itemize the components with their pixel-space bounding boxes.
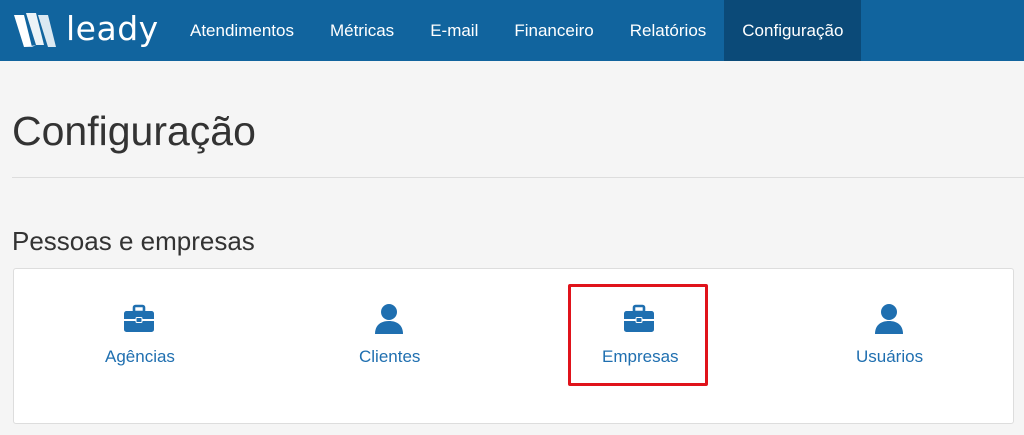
tile-usuarios[interactable]: Usuários	[764, 269, 1014, 423]
top-navbar: leady Atendimentos Métricas E-mail Finan…	[0, 0, 1024, 61]
main-nav: Atendimentos Métricas E-mail Financeiro …	[172, 0, 862, 61]
briefcase-icon	[122, 303, 156, 335]
nav-item-financeiro[interactable]: Financeiro	[496, 0, 611, 61]
tile-label: Agências	[105, 347, 175, 366]
tile-label: Clientes	[359, 347, 421, 366]
nav-item-email[interactable]: E-mail	[412, 0, 496, 61]
tile-label: Usuários	[856, 347, 924, 366]
nav-item-relatorios[interactable]: Relatórios	[612, 0, 725, 61]
user-icon	[372, 303, 406, 335]
tile-agencias[interactable]: Agências	[14, 269, 264, 423]
tile-clientes[interactable]: Clientes	[264, 269, 514, 423]
page-title: Configuração	[12, 108, 256, 154]
user-icon	[872, 303, 906, 335]
nav-item-atendimentos[interactable]: Atendimentos	[172, 0, 312, 61]
highlight-box	[568, 284, 708, 386]
people-companies-panel: Agências Clientes Empresas Usuários	[13, 268, 1014, 424]
leady-logo-icon	[14, 12, 56, 47]
brand-name: leady	[66, 9, 159, 48]
brand-logo[interactable]: leady	[0, 0, 172, 61]
section-title: Pessoas e empresas	[12, 226, 255, 256]
nav-item-metricas[interactable]: Métricas	[312, 0, 412, 61]
title-divider	[12, 177, 1024, 178]
nav-item-configuracao[interactable]: Configuração	[724, 0, 862, 61]
